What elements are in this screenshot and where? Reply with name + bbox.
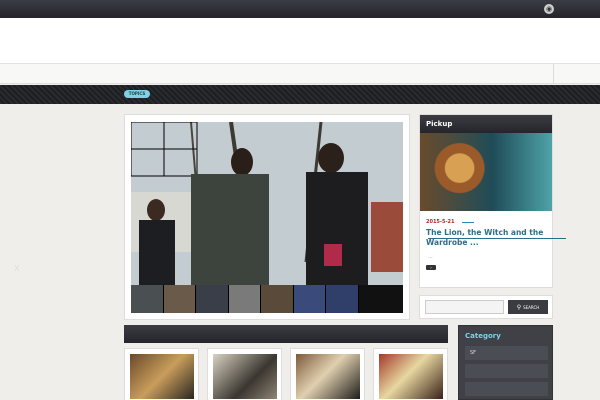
slider-close-icon[interactable]: X <box>14 264 19 273</box>
search-icon: ⚲ <box>516 303 522 311</box>
slider-thumbnails <box>131 285 403 313</box>
thumbnail[interactable] <box>228 285 262 313</box>
article-card[interactable] <box>290 348 365 400</box>
topics-badge[interactable]: TOPICS <box>124 90 150 98</box>
pickup-image[interactable] <box>420 133 552 211</box>
sub-header-divider <box>553 64 554 84</box>
rss-icon[interactable]: ◉ <box>544 4 554 14</box>
category-item[interactable] <box>465 382 548 396</box>
thumbnail[interactable] <box>261 285 294 313</box>
site-header <box>0 18 600 64</box>
thumbnail[interactable] <box>131 285 164 313</box>
article-thumbnail[interactable] <box>296 354 360 399</box>
slide-photo-icon <box>131 122 403 285</box>
article-card[interactable] <box>207 348 282 400</box>
article-card[interactable] <box>124 348 199 400</box>
pickup-excerpt: ... <box>428 254 433 260</box>
category-widget: Category SF <box>458 325 553 400</box>
article-thumbnail[interactable] <box>379 354 443 399</box>
featured-slider <box>124 114 410 320</box>
article-thumbnail[interactable] <box>213 354 277 399</box>
section-header-bar <box>124 325 448 343</box>
pickup-heading: Pickup <box>420 115 552 133</box>
search-input[interactable] <box>425 300 504 314</box>
sub-header-bar <box>0 64 600 84</box>
top-bar: ◉ <box>0 0 600 18</box>
search-widget: ⚲ SEARCH <box>419 295 553 319</box>
read-more-button[interactable]: › <box>426 265 436 270</box>
thumbnail-strip[interactable] <box>131 285 360 313</box>
article-thumbnail[interactable] <box>130 354 194 399</box>
topics-bar: TOPICS <box>0 85 600 104</box>
pickup-date: 2015-5-21 <box>426 219 455 225</box>
thumbnail[interactable] <box>196 285 229 313</box>
pickup-title-underline <box>428 238 566 239</box>
category-heading: Category <box>465 332 501 340</box>
search-button-label: SEARCH <box>523 304 540 310</box>
search-button[interactable]: ⚲ SEARCH <box>508 300 548 314</box>
category-item[interactable] <box>465 364 548 378</box>
pickup-category-link[interactable] <box>462 222 474 223</box>
category-item[interactable]: SF <box>465 346 548 360</box>
article-card[interactable] <box>373 348 448 400</box>
thumbnail[interactable] <box>326 285 360 313</box>
thumbnail[interactable] <box>163 285 197 313</box>
article-cards <box>124 348 448 400</box>
thumbnail[interactable] <box>293 285 327 313</box>
slide-image[interactable] <box>131 122 403 285</box>
pickup-widget: Pickup 2015-5-21 The Lion, the Witch and… <box>419 114 566 288</box>
